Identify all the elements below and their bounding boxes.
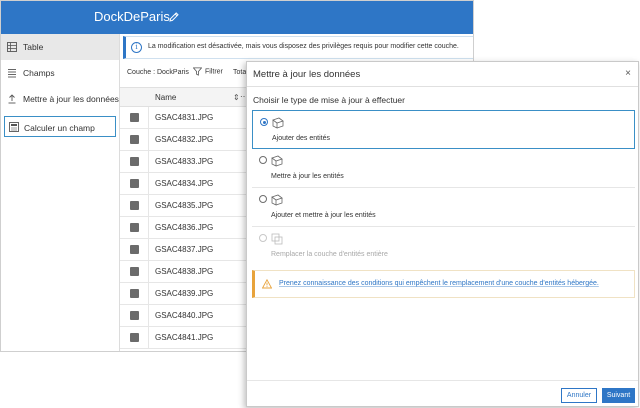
table-cell-name: GSAC4838.JPG bbox=[155, 267, 214, 276]
sidebar-item-fields[interactable]: Champs bbox=[1, 60, 119, 86]
add-features-icon bbox=[272, 117, 284, 129]
column-separator bbox=[148, 195, 149, 217]
row-checkbox[interactable] bbox=[130, 135, 139, 144]
info-text: La modification est désactivée, mais vou… bbox=[148, 43, 459, 50]
column-separator bbox=[148, 173, 149, 195]
column-separator bbox=[148, 239, 149, 261]
radio-button[interactable] bbox=[259, 195, 267, 203]
sidebar: Table Champs Mettre à jour les données C… bbox=[1, 34, 120, 351]
option-label: Ajouter et mettre à jour les entités bbox=[271, 212, 376, 219]
warning-notice: Prenez connaissance des conditions qui e… bbox=[252, 270, 635, 298]
column-separator bbox=[148, 151, 149, 173]
sidebar-item-calculate-field[interactable]: Calculer un champ bbox=[4, 116, 116, 137]
close-icon[interactable]: × bbox=[625, 68, 631, 79]
info-icon: i bbox=[131, 42, 142, 53]
table-cell-name: GSAC4839.JPG bbox=[155, 289, 214, 298]
table-cell-name: GSAC4840.JPG bbox=[155, 311, 214, 320]
row-checkbox[interactable] bbox=[130, 245, 139, 254]
pencil-icon[interactable] bbox=[168, 11, 180, 23]
dialog-title: Mettre à jour les données bbox=[253, 69, 361, 80]
row-checkbox[interactable] bbox=[130, 179, 139, 188]
replace-layer-icon bbox=[271, 233, 283, 245]
sidebar-item-update-data[interactable]: Mettre à jour les données bbox=[1, 86, 119, 112]
app-header: DockDeParis bbox=[1, 1, 473, 34]
next-button[interactable]: Suivant bbox=[602, 388, 635, 403]
column-separator bbox=[148, 107, 149, 129]
info-notice: i La modification est désactivée, mais v… bbox=[123, 36, 473, 59]
sidebar-item-table[interactable]: Table bbox=[1, 34, 119, 60]
option-label: Ajouter des entités bbox=[272, 135, 330, 142]
divider bbox=[247, 86, 638, 87]
sidebar-item-label: Calculer un champ bbox=[24, 123, 95, 133]
row-checkbox[interactable] bbox=[130, 157, 139, 166]
update-features-icon bbox=[271, 155, 283, 167]
column-separator bbox=[148, 217, 149, 239]
divider bbox=[247, 380, 638, 381]
row-checkbox[interactable] bbox=[130, 311, 139, 320]
calculator-icon bbox=[9, 122, 19, 132]
option-add-features[interactable]: Ajouter des entités bbox=[252, 110, 635, 149]
option-replace-layer: Remplacer la couche d'entités entière bbox=[252, 227, 635, 266]
update-data-icon bbox=[8, 94, 16, 104]
filter-icon bbox=[193, 67, 202, 76]
row-checkbox[interactable] bbox=[130, 267, 139, 276]
add-update-features-icon bbox=[271, 194, 283, 206]
table-cell-name: GSAC4836.JPG bbox=[155, 223, 214, 232]
filter-button[interactable]: Filtrer bbox=[193, 67, 223, 76]
radio-button[interactable] bbox=[259, 156, 267, 164]
warning-link[interactable]: Prenez connaissance des conditions qui e… bbox=[279, 280, 599, 287]
sidebar-item-label: Mettre à jour les données bbox=[23, 94, 119, 104]
row-checkbox[interactable] bbox=[130, 201, 139, 210]
table-cell-name: GSAC4841.JPG bbox=[155, 333, 214, 342]
app-title: DockDeParis bbox=[94, 9, 170, 24]
option-label: Mettre à jour les entités bbox=[271, 173, 344, 180]
table-cell-name: GSAC4834.JPG bbox=[155, 179, 214, 188]
column-separator bbox=[148, 283, 149, 305]
row-checkbox[interactable] bbox=[130, 333, 139, 342]
table-cell-name: GSAC4835.JPG bbox=[155, 201, 214, 210]
radio-button[interactable] bbox=[260, 118, 268, 126]
row-checkbox[interactable] bbox=[130, 223, 139, 232]
sidebar-item-label: Champs bbox=[23, 68, 55, 78]
column-separator bbox=[148, 129, 149, 151]
column-separator bbox=[148, 327, 149, 349]
row-checkbox[interactable] bbox=[130, 289, 139, 298]
option-update-features[interactable]: Mettre à jour les entités bbox=[252, 149, 635, 188]
option-label: Remplacer la couche d'entités entière bbox=[271, 251, 388, 258]
filter-label: Filtrer bbox=[205, 68, 223, 76]
table-cell-name: GSAC4832.JPG bbox=[155, 135, 214, 144]
radio-button bbox=[259, 234, 267, 242]
option-add-update-features[interactable]: Ajouter et mettre à jour les entités bbox=[252, 188, 635, 227]
cancel-button[interactable]: Annuler bbox=[561, 388, 597, 403]
column-separator bbox=[148, 261, 149, 283]
table-cell-name: GSAC4837.JPG bbox=[155, 245, 214, 254]
dialog-subtitle: Choisir le type de mise à jour à effectu… bbox=[253, 95, 405, 105]
fields-icon bbox=[8, 69, 16, 78]
update-data-dialog: Mettre à jour les données × Choisir le t… bbox=[246, 61, 639, 407]
layer-label: Couche : DockParis bbox=[127, 69, 189, 76]
column-separator bbox=[148, 305, 149, 327]
table-cell-name: GSAC4831.JPG bbox=[155, 113, 214, 122]
row-checkbox[interactable] bbox=[130, 113, 139, 122]
warning-icon bbox=[262, 279, 272, 289]
sort-icon[interactable]: ⇕ bbox=[233, 93, 240, 102]
table-icon bbox=[7, 42, 17, 52]
column-header-name[interactable]: Name bbox=[155, 93, 176, 102]
table-cell-name: GSAC4833.JPG bbox=[155, 157, 214, 166]
sidebar-item-label: Table bbox=[23, 42, 44, 52]
